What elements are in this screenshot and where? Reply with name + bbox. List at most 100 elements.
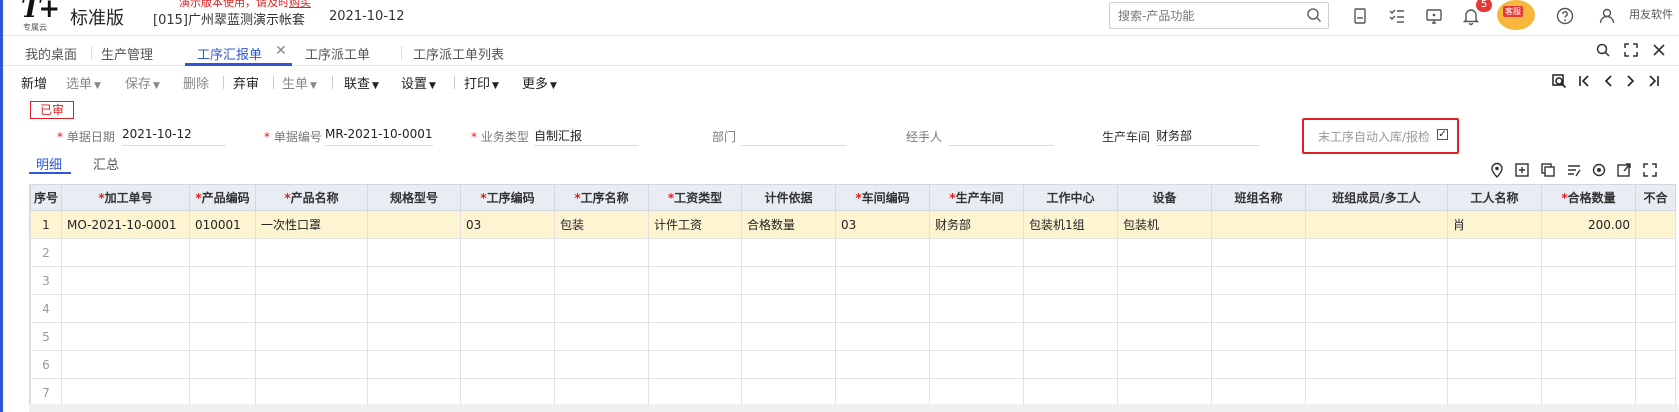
account-name[interactable]: [015]广州翠蓝测演示帐套 <box>153 9 305 28</box>
table-cell[interactable] <box>929 294 1024 323</box>
table-cell[interactable] <box>554 322 649 351</box>
table-cell[interactable] <box>741 294 836 323</box>
unapprove-button[interactable]: 弃审 <box>233 73 259 92</box>
table-cell[interactable] <box>835 294 930 323</box>
expand-grid-icon[interactable] <box>1642 162 1658 178</box>
table-cell[interactable] <box>554 378 649 404</box>
checklist-icon[interactable] <box>1387 6 1407 26</box>
table-row[interactable]: 4 <box>30 294 1676 323</box>
table-cell[interactable] <box>1117 294 1212 323</box>
table-cell[interactable] <box>1117 238 1212 267</box>
dept-field[interactable] <box>741 127 847 146</box>
print-dropdown[interactable]: 打印 ▼ <box>464 73 499 92</box>
user-icon[interactable] <box>1597 6 1617 26</box>
table-cell[interactable] <box>648 350 742 379</box>
settings-dropdown[interactable]: 设置 ▼ <box>401 73 436 92</box>
table-cell[interactable] <box>61 294 190 323</box>
table-cell[interactable] <box>367 350 461 379</box>
table-cell[interactable]: 计件工资 <box>648 210 742 239</box>
table-cell[interactable] <box>61 350 190 379</box>
table-cell[interactable] <box>255 322 368 351</box>
table-cell[interactable] <box>367 294 461 323</box>
table-cell[interactable] <box>1211 266 1306 295</box>
table-cell[interactable] <box>460 350 555 379</box>
table-cell[interactable] <box>741 266 836 295</box>
table-cell[interactable] <box>1305 378 1448 404</box>
table-cell[interactable] <box>1447 350 1542 379</box>
table-cell[interactable] <box>554 266 649 295</box>
table-cell[interactable] <box>929 378 1024 404</box>
table-cell[interactable] <box>554 294 649 323</box>
table-cell[interactable] <box>189 294 256 323</box>
table-cell[interactable] <box>1541 350 1636 379</box>
table-cell[interactable] <box>648 266 742 295</box>
search-input[interactable] <box>1118 3 1298 28</box>
table-cell[interactable] <box>1023 294 1118 323</box>
table-cell[interactable] <box>61 322 190 351</box>
table-cell[interactable]: 财务部 <box>929 210 1024 239</box>
column-header[interactable]: *工序编码 <box>460 184 555 211</box>
query-dropdown[interactable]: 联查 ▼ <box>344 73 379 92</box>
column-header[interactable]: 工作中心 <box>1023 184 1118 211</box>
tab-detail[interactable]: 明细 <box>36 154 62 173</box>
table-cell[interactable] <box>1635 210 1676 239</box>
table-cell[interactable] <box>61 266 190 295</box>
tab-summary[interactable]: 汇总 <box>93 154 119 173</box>
table-cell[interactable] <box>1541 322 1636 351</box>
close-tab-icon[interactable]: ✕ <box>275 43 287 59</box>
table-cell[interactable]: 03 <box>835 210 930 239</box>
table-cell[interactable] <box>1117 322 1212 351</box>
table-cell[interactable] <box>1211 378 1306 404</box>
table-row[interactable]: 1 MO-2021-10-0001 010001 一次性口罩 03 包装 计件工资 合格数量 0… <box>30 210 1676 239</box>
table-row[interactable]: 2 <box>30 238 1676 267</box>
column-settings-icon[interactable] <box>1591 162 1607 178</box>
tab-process-report[interactable]: 工序汇报单 <box>197 44 262 63</box>
prev-record-icon[interactable] <box>1600 73 1616 89</box>
table-cell[interactable] <box>1211 350 1306 379</box>
table-row[interactable]: 6 <box>30 350 1676 379</box>
export-icon[interactable] <box>1616 162 1632 178</box>
table-cell[interactable] <box>367 238 461 267</box>
table-cell[interactable] <box>1541 378 1636 404</box>
message-icon[interactable] <box>1424 6 1444 26</box>
table-cell[interactable] <box>1447 238 1542 267</box>
table-cell[interactable] <box>1305 294 1448 323</box>
table-cell[interactable] <box>1635 350 1676 379</box>
table-cell[interactable] <box>1305 238 1448 267</box>
table-cell[interactable] <box>1023 238 1118 267</box>
location-pin-icon[interactable] <box>1489 162 1505 178</box>
table-cell[interactable] <box>460 378 555 404</box>
table-cell[interactable] <box>835 238 930 267</box>
next-record-icon[interactable] <box>1623 73 1639 89</box>
table-cell[interactable] <box>255 266 368 295</box>
table-cell[interactable]: 一次性口罩 <box>255 210 368 239</box>
table-cell[interactable] <box>1211 238 1306 267</box>
first-record-icon[interactable] <box>1576 73 1592 89</box>
close-icon[interactable] <box>1651 42 1667 58</box>
table-cell[interactable]: 包装机1组 <box>1023 210 1118 239</box>
calculator-icon[interactable] <box>1350 6 1370 26</box>
table-row[interactable]: 5 <box>30 322 1676 351</box>
table-cell[interactable] <box>189 350 256 379</box>
table-cell[interactable] <box>460 294 555 323</box>
table-cell[interactable] <box>367 210 461 239</box>
select-dropdown[interactable]: 选单 ▼ <box>66 73 101 92</box>
table-cell[interactable] <box>835 350 930 379</box>
tab-my-desktop[interactable]: 我的桌面 <box>25 44 77 63</box>
table-cell[interactable] <box>460 322 555 351</box>
table-cell[interactable] <box>367 378 461 404</box>
table-cell[interactable] <box>1305 350 1448 379</box>
column-header[interactable]: *生产车间 <box>929 184 1024 211</box>
table-cell[interactable] <box>1305 266 1448 295</box>
table-cell[interactable] <box>61 378 190 404</box>
table-row[interactable]: 3 <box>30 266 1676 295</box>
table-cell[interactable] <box>929 322 1024 351</box>
column-header[interactable]: *产品名称 <box>255 184 368 211</box>
table-cell[interactable] <box>741 350 836 379</box>
table-cell[interactable] <box>460 238 555 267</box>
table-cell[interactable]: 200.00 <box>1541 210 1636 239</box>
table-cell[interactable] <box>1635 266 1676 295</box>
table-cell[interactable] <box>648 238 742 267</box>
batch-edit-icon[interactable] <box>1566 162 1582 178</box>
table-cell[interactable] <box>189 322 256 351</box>
